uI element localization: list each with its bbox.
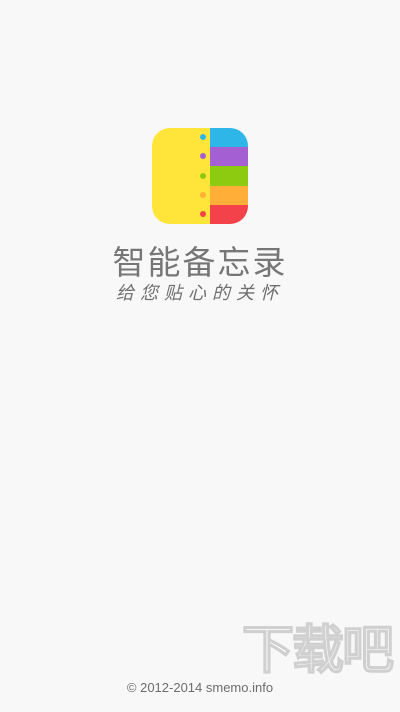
logo-stripe [210, 166, 248, 186]
logo-stripe [210, 204, 248, 224]
logo-cover [152, 128, 210, 224]
logo-dot [200, 173, 206, 179]
logo-dot [200, 134, 206, 140]
watermark-logo: 下载吧 [241, 621, 395, 681]
logo-dot [200, 211, 206, 217]
splash-screen: 智能备忘录 给您贴心的关怀 © 2012-2014 smemo.info 下载吧 [0, 0, 400, 712]
logo-dot [200, 153, 206, 159]
logo-stripe [210, 128, 248, 148]
logo-stripes [210, 128, 248, 224]
app-title: 智能备忘录 [112, 243, 288, 282]
copyright-text: © 2012-2014 smemo.info [126, 680, 274, 695]
app-slogan: 给您贴心的关怀 [116, 283, 284, 304]
logo-stripe [210, 185, 248, 205]
logo-dot [200, 192, 206, 198]
app-logo-icon [152, 128, 248, 224]
logo-stripe [210, 147, 248, 167]
